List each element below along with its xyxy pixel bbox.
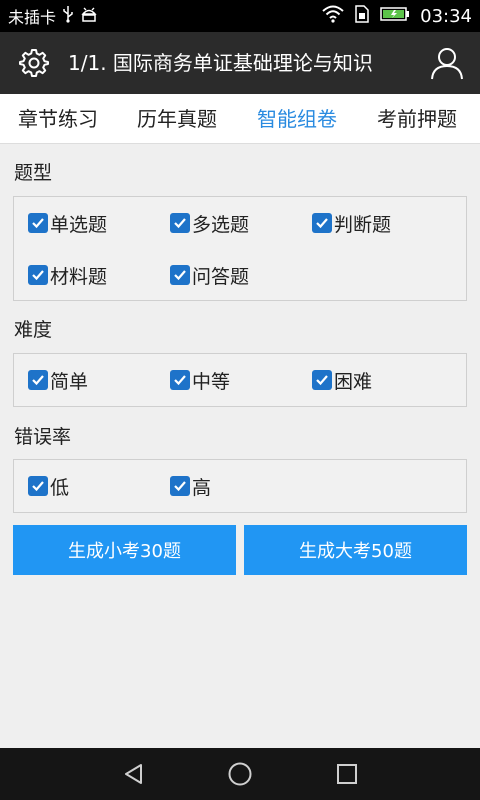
app-bar: 1/1. 国际商务单证基础理论与知识	[0, 32, 480, 94]
error-rate-label: 错误率	[14, 426, 72, 448]
checkbox-label: 简单	[50, 370, 89, 393]
check-icon	[28, 370, 48, 390]
question-type-box: 单选题 多选题 判断题 材料题 问答题	[13, 196, 467, 301]
navigation-bar	[0, 748, 480, 800]
status-time: 03:34	[420, 5, 472, 27]
checkbox-label: 低	[50, 476, 70, 499]
checkbox-label: 判断题	[334, 213, 392, 236]
difficulty-box: 简单 中等 困难	[13, 353, 467, 407]
sim-icon	[354, 5, 370, 27]
battery-charging-icon	[380, 6, 410, 26]
checkbox-hard[interactable]: 困难	[312, 365, 372, 395]
recent-apps-icon[interactable]	[333, 760, 361, 788]
generate-small-exam-button[interactable]: 生成小考30题	[13, 525, 236, 575]
tab-chapter-practice[interactable]: 章节练习	[18, 94, 98, 144]
android-debug-icon	[80, 6, 98, 26]
checkbox-medium[interactable]: 中等	[170, 365, 230, 395]
checkbox-label: 高	[192, 476, 212, 499]
check-icon	[312, 370, 332, 390]
usb-icon	[62, 5, 74, 27]
check-icon	[28, 265, 48, 285]
check-icon	[170, 476, 190, 496]
tab-pre-exam[interactable]: 考前押题	[377, 94, 457, 144]
generate-big-exam-button[interactable]: 生成大考50题	[244, 525, 467, 575]
status-right: 03:34	[322, 0, 472, 32]
check-icon	[28, 213, 48, 233]
checkbox-label: 困难	[334, 370, 373, 393]
check-icon	[170, 370, 190, 390]
wifi-icon	[322, 5, 344, 27]
checkbox-single-choice[interactable]: 单选题	[28, 208, 107, 238]
gear-icon[interactable]	[16, 45, 52, 81]
checkbox-label: 多选题	[192, 213, 250, 236]
checkbox-high[interactable]: 高	[170, 471, 211, 501]
checkbox-label: 单选题	[50, 213, 108, 236]
checkbox-label: 材料题	[50, 265, 108, 288]
status-left: 未插卡	[8, 0, 98, 32]
question-type-label: 题型	[14, 162, 53, 184]
checkbox-label: 问答题	[192, 265, 250, 288]
back-icon[interactable]	[120, 760, 148, 788]
check-icon	[28, 476, 48, 496]
checkbox-low[interactable]: 低	[28, 471, 69, 501]
home-icon[interactable]	[226, 760, 254, 788]
tab-smart-paper[interactable]: 智能组卷	[257, 94, 337, 144]
user-icon[interactable]	[428, 44, 466, 82]
error-rate-box: 低 高	[13, 459, 467, 513]
checkbox-multi-choice[interactable]: 多选题	[170, 208, 249, 238]
check-icon	[170, 213, 190, 233]
status-bar: 未插卡 03:34	[0, 0, 480, 32]
carrier-text: 未插卡	[8, 8, 57, 27]
checkbox-label: 中等	[192, 370, 231, 393]
check-icon	[312, 213, 332, 233]
checkbox-easy[interactable]: 简单	[28, 365, 88, 395]
checkbox-material[interactable]: 材料题	[28, 260, 107, 290]
checkbox-true-false[interactable]: 判断题	[312, 208, 391, 238]
difficulty-label: 难度	[14, 319, 53, 341]
check-icon	[170, 265, 190, 285]
tab-bar: 章节练习 历年真题 智能组卷 考前押题	[0, 94, 480, 144]
page-title: 1/1. 国际商务单证基础理论与知识	[68, 51, 373, 75]
checkbox-qa[interactable]: 问答题	[170, 260, 249, 290]
tab-past-exams[interactable]: 历年真题	[137, 94, 217, 144]
